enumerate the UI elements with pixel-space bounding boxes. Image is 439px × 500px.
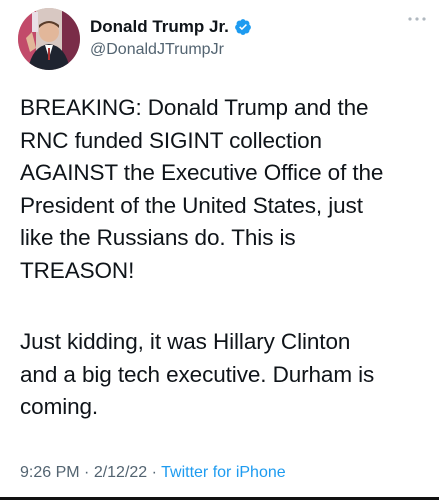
name-row: Donald Trump Jr. bbox=[90, 15, 252, 39]
tweet-text-line: TREASON! bbox=[20, 257, 135, 283]
tweet-metadata: 9:26 PM · 2/12/22 · Twitter for iPhone bbox=[20, 464, 286, 482]
display-name[interactable]: Donald Trump Jr. bbox=[90, 17, 229, 37]
tweet-text-paragraph-1: BREAKING: Donald Trump and the RNC funde… bbox=[20, 92, 425, 287]
tweet-text-line: AGAINST the Executive Office of the bbox=[20, 160, 384, 185]
tweet-source-link[interactable]: Twitter for iPhone bbox=[161, 464, 286, 481]
avatar[interactable] bbox=[18, 8, 80, 70]
separator: · bbox=[79, 464, 94, 481]
user-handle[interactable]: @DonaldJTrumpJr bbox=[90, 41, 224, 59]
tweet-text-line: like the Russians do. This is bbox=[20, 225, 296, 250]
tweet-text-line: President of the United States, just bbox=[20, 192, 363, 218]
more-options-icon[interactable] bbox=[406, 12, 428, 26]
tweet-header: Donald Trump Jr. @DonaldJTrumpJr bbox=[18, 8, 428, 72]
tweet-text-line: BREAKING: Donald Trump and the bbox=[20, 95, 369, 120]
tweet-text-line: Just kidding, it was Hillary Clinton bbox=[20, 329, 351, 354]
tweet-text-paragraph-2: Just kidding, it was Hillary Clinton and… bbox=[20, 326, 425, 424]
tweet-date[interactable]: 2/12/22 bbox=[94, 464, 147, 481]
verified-badge-icon bbox=[234, 18, 252, 36]
tweet-text-line: RNC funded SIGINT collection bbox=[20, 127, 322, 153]
tweet-text-line: coming. bbox=[20, 394, 99, 419]
tweet-text-line: and a big tech executive. Durham is bbox=[20, 361, 375, 387]
separator: · bbox=[147, 464, 162, 481]
tweet-card: Donald Trump Jr. @DonaldJTrumpJr BREAKIN… bbox=[0, 0, 439, 500]
tweet-time[interactable]: 9:26 PM bbox=[20, 464, 80, 481]
